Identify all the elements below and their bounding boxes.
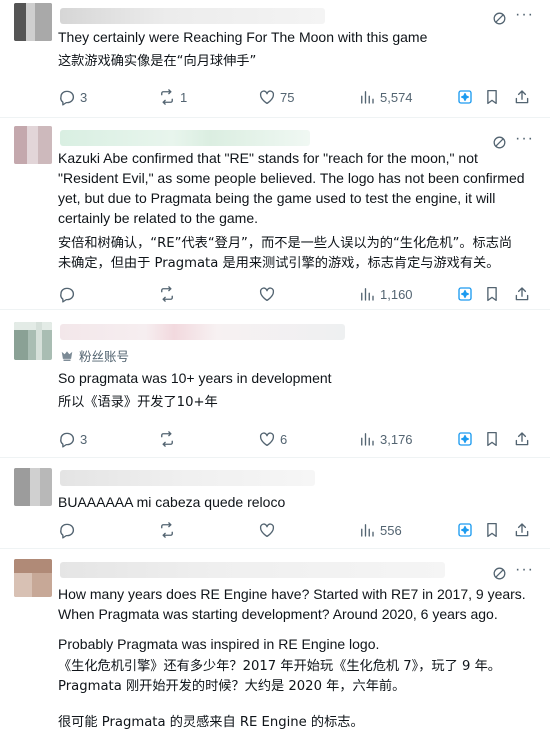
badge-label: 粉丝账号: [79, 349, 130, 364]
bookmark-button[interactable]: [483, 88, 501, 106]
views-icon: [358, 285, 376, 303]
post-translation: 《生化危机引擎》还有多少年？2017 年开始玩《生化危机 7》，玩了 9 年。 …: [58, 659, 501, 694]
grok-button[interactable]: [456, 430, 474, 448]
post-translation: 所以《语录》开发了10+年: [58, 395, 218, 410]
share-button[interactable]: [513, 285, 531, 303]
grok-icon: [456, 285, 474, 303]
like-icon: [258, 521, 276, 539]
bookmark-icon: [483, 521, 501, 539]
post-2[interactable]: ··· Kazuki Abe confirmed that "RE" stand…: [0, 118, 550, 308]
like-button[interactable]: 75: [258, 88, 294, 106]
repost-icon: [158, 430, 176, 448]
repost-button[interactable]: [158, 430, 180, 448]
views-count: 5,574: [380, 89, 413, 105]
grok-button[interactable]: [456, 521, 474, 539]
reply-icon: [58, 430, 76, 448]
like-button[interactable]: [258, 521, 280, 539]
repost-icon: [158, 285, 176, 303]
like-button[interactable]: [258, 285, 280, 303]
avatar[interactable]: [14, 468, 52, 506]
grok-icon: [456, 430, 474, 448]
views-icon: [358, 430, 376, 448]
repost-icon: [158, 521, 176, 539]
like-count: 75: [280, 89, 295, 105]
avatar[interactable]: [14, 3, 52, 41]
post-translation-2: 很可能 Pragmata 的灵感来自 RE Engine 的标志。: [58, 715, 364, 730]
share-icon: [513, 430, 531, 448]
bookmark-icon: [483, 430, 501, 448]
grok-icon: [456, 521, 474, 539]
like-icon: [258, 430, 276, 448]
bookmark-icon: [483, 88, 501, 106]
post-text: How many years does RE Engine have? Star…: [58, 586, 526, 622]
bookmark-button[interactable]: [483, 285, 501, 303]
repost-icon: [158, 88, 176, 106]
views-button[interactable]: 3,176: [358, 430, 413, 448]
post-3[interactable]: 粉丝账号 So pragmata was 10+ years in develo…: [0, 310, 550, 456]
post-actions: 3 1 75 5,574: [58, 88, 536, 108]
share-icon: [513, 285, 531, 303]
grok-button[interactable]: [456, 285, 474, 303]
post-text-2: Probably Pragmata was inspired in RE Eng…: [58, 636, 380, 652]
like-icon: [258, 88, 276, 106]
repost-count: 1: [180, 89, 188, 105]
views-icon: [358, 521, 376, 539]
bookmark-icon: [483, 285, 501, 303]
repost-button[interactable]: [158, 285, 180, 303]
share-button[interactable]: [513, 521, 531, 539]
reply-button[interactable]: 3: [58, 88, 87, 106]
grok-icon: [456, 88, 474, 106]
views-count: 3,176: [380, 431, 413, 447]
post-translation: 安倍和树确认，“RE”代表“登月”，而不是一些人误以为的“生化危机”。标志尚 未…: [58, 236, 513, 271]
author-name[interactable]: [60, 324, 345, 340]
repost-button[interactable]: [158, 521, 180, 539]
reply-button[interactable]: [58, 521, 80, 539]
post-text: BUAAAAAA mi cabeza quede reloco: [58, 494, 286, 510]
reply-count: 3: [80, 89, 88, 105]
fan-account-icon: [60, 350, 74, 365]
repost-button[interactable]: 1: [158, 88, 187, 106]
post-actions: 3 6 3,176: [58, 430, 536, 450]
post-actions: 556: [58, 521, 536, 541]
post-actions: 1,160: [58, 285, 536, 305]
bookmark-button[interactable]: [483, 430, 501, 448]
views-count: 1,160: [380, 286, 413, 302]
share-icon: [513, 88, 531, 106]
views-button[interactable]: 556: [358, 521, 402, 539]
fan-account-badge: 粉丝账号: [60, 347, 129, 367]
avatar[interactable]: [14, 559, 52, 597]
author-name[interactable]: [60, 470, 315, 486]
post-text: Kazuki Abe confirmed that "RE" stands fo…: [58, 150, 525, 226]
author-name[interactable]: [60, 8, 325, 24]
views-count: 556: [380, 522, 402, 538]
views-button[interactable]: 5,574: [358, 88, 413, 106]
views-icon: [358, 88, 376, 106]
post-text: So pragmata was 10+ years in development: [58, 370, 332, 386]
reply-icon: [58, 285, 76, 303]
more-icon[interactable]: ···: [515, 130, 534, 148]
views-button[interactable]: 1,160: [358, 285, 413, 303]
author-name[interactable]: [60, 130, 310, 146]
post-4[interactable]: BUAAAAAA mi cabeza quede reloco 556: [0, 458, 550, 548]
like-button[interactable]: 6: [258, 430, 287, 448]
share-icon: [513, 521, 531, 539]
grok-button[interactable]: [456, 88, 474, 106]
post-5[interactable]: ··· How many years does RE Engine have? …: [0, 549, 550, 749]
bookmark-button[interactable]: [483, 521, 501, 539]
more-icon[interactable]: ···: [515, 6, 534, 24]
post-text: They certainly were Reaching For The Moo…: [58, 29, 428, 45]
share-button[interactable]: [513, 88, 531, 106]
share-button[interactable]: [513, 430, 531, 448]
reply-button[interactable]: 3: [58, 430, 87, 448]
avatar[interactable]: [14, 322, 52, 360]
reply-icon: [58, 521, 76, 539]
post-translation: 这款游戏确实像是在“向月球伸手”: [58, 54, 257, 69]
reply-button[interactable]: [58, 285, 80, 303]
like-count: 6: [280, 431, 288, 447]
like-icon: [258, 285, 276, 303]
post-1[interactable]: ··· They certainly were Reaching For The…: [0, 0, 550, 117]
reply-count: 3: [80, 431, 88, 447]
reply-icon: [58, 88, 76, 106]
avatar[interactable]: [14, 126, 52, 164]
